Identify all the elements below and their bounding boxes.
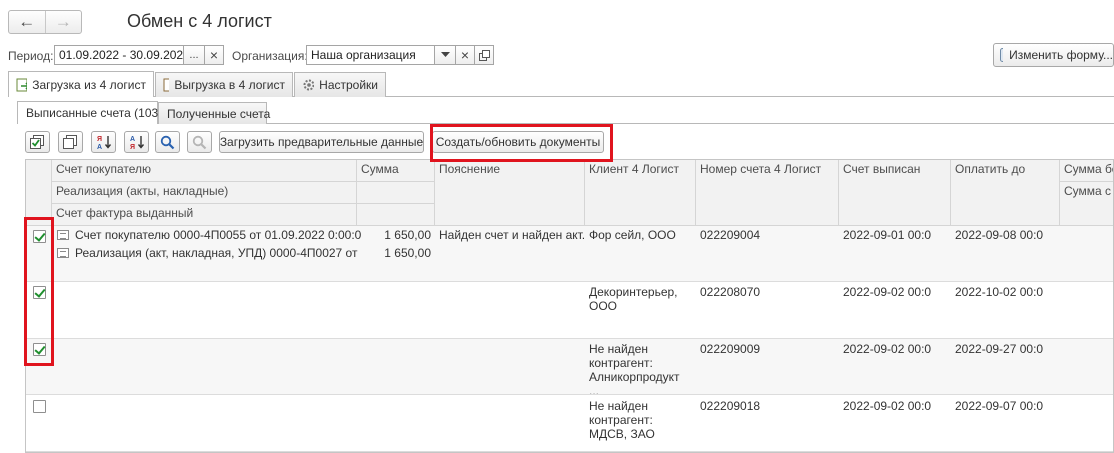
row-1-pay-until: 2022-09-08 00:0 (955, 228, 1044, 242)
row-2-issued: 2022-09-02 00:0 (843, 285, 932, 299)
row-3-issued: 2022-09-02 00:0 (843, 342, 932, 356)
header-sum-with[interactable]: Сумма с Н (1060, 182, 1113, 226)
org-field[interactable]: Наша организация (306, 45, 435, 65)
row-4-number: 022209018 (700, 399, 761, 413)
nav-buttons: ← → (8, 10, 82, 34)
period-field[interactable]: 01.09.2022 - 30.09.2022 (54, 45, 184, 65)
svg-text:А: А (130, 136, 135, 143)
row-1-account[interactable]: Счет покупателю 0000-4П0055 от 01.09.202… (71, 228, 361, 242)
row-4-pay-until: 2022-09-07 00:0 (955, 399, 1044, 413)
row-3-pay-until: 2022-09-27 00:0 (955, 342, 1044, 356)
import-icon (16, 78, 28, 91)
header-sum-2 (357, 182, 435, 204)
org-clear-button[interactable]: × (455, 45, 475, 65)
clear-search-icon (192, 135, 207, 149)
open-icon (478, 49, 490, 61)
chevron-down-icon (440, 52, 450, 57)
tab-export-label: Выгрузка в 4 логист (174, 78, 285, 92)
org-dropdown-button[interactable] (434, 45, 456, 65)
back-button[interactable]: ← (9, 11, 46, 33)
form-settings-icon (1000, 48, 1004, 62)
org-open-button[interactable] (474, 45, 494, 65)
row-separator (26, 281, 1113, 282)
accounts-table: Счет покупателю Реализация (акты, наклад… (25, 159, 1114, 453)
tab-export[interactable]: Выгрузка в 4 логист (155, 72, 293, 97)
period-label: Период: (8, 49, 54, 63)
change-form-label: Изменить форму... (1009, 48, 1113, 62)
period-select-button[interactable]: ... (183, 45, 205, 65)
row-1-number: 022209004 (700, 228, 761, 242)
change-form-button[interactable]: Изменить форму... (993, 43, 1114, 67)
tab-import[interactable]: Загрузка из 4 логист (8, 71, 154, 97)
row-3-client: Не найден контрагент: Алникорпродукт ... (589, 342, 680, 398)
period-clear-button[interactable]: × (204, 45, 224, 65)
row-4-issued: 2022-09-02 00:0 (843, 399, 932, 413)
header-client[interactable]: Клиент 4 Логист (585, 160, 696, 226)
header-realization[interactable]: Реализация (акты, накладные) (52, 182, 357, 204)
clear-search-button[interactable] (187, 131, 212, 153)
row-1-realization[interactable]: Реализация (акт, накладная, УПД) 0000-4П… (71, 246, 359, 260)
uncheck-all-icon (63, 134, 77, 149)
header-sum-without[interactable]: Сумма бе (1060, 160, 1113, 182)
check-all-button[interactable] (25, 131, 50, 153)
search-button[interactable] (155, 131, 180, 153)
header-note[interactable]: Пояснение (435, 160, 585, 226)
header-sum[interactable]: Сумма (357, 160, 435, 182)
header-issued[interactable]: Счет выписан (839, 160, 951, 226)
sort-desc-button[interactable]: АЯ (124, 131, 149, 153)
search-icon (160, 135, 175, 149)
header-sum-3 (357, 204, 435, 226)
highlight-create-button (430, 124, 613, 162)
uncheck-all-button[interactable] (58, 131, 83, 153)
tab-settings-label: Настройки (319, 78, 378, 92)
svg-text:Я: Я (130, 144, 135, 150)
load-prelim-button[interactable]: Загрузить предварительные данные (219, 131, 424, 153)
sort-asc-icon: ЯА (97, 136, 111, 150)
header-pay-until[interactable]: Оплатить до (951, 160, 1060, 226)
document-icon (57, 230, 69, 240)
page-title: Обмен с 4 логист (127, 11, 272, 31)
svg-text:А: А (97, 144, 102, 150)
check-all-icon (30, 134, 44, 149)
row-3-number: 022209009 (700, 342, 761, 356)
sort-asc-button[interactable]: ЯА (91, 131, 116, 153)
subtab-received[interactable]: Полученные счета (158, 102, 270, 124)
highlight-checkboxes (24, 217, 54, 366)
svg-text:Я: Я (97, 136, 102, 143)
row-2-number: 022208070 (700, 285, 761, 299)
row-1-client: Фор сейл, ООО (589, 228, 676, 242)
tab-import-label: Загрузка из 4 логист (32, 77, 146, 92)
row-separator (26, 394, 1113, 395)
forward-button[interactable]: → (46, 11, 82, 33)
tab-settings[interactable]: Настройки (294, 72, 386, 97)
row-1-note: Найден счет и найден акт. (439, 228, 585, 242)
row-separator (26, 451, 1113, 452)
row-4-checkbox[interactable] (33, 400, 46, 413)
header-account[interactable]: Счет покупателю (52, 160, 357, 182)
row-4-client: Не найден контрагент: МДСВ, ЗАО (589, 399, 655, 441)
settings-icon (303, 79, 315, 91)
row-1-sum-2: 1 650,00 (384, 246, 431, 260)
row-2-client: Декоринтерьер, ООО (589, 285, 678, 313)
header-number[interactable]: Номер счета 4 Логист (696, 160, 839, 226)
row-1-issued: 2022-09-01 00:0 (843, 228, 932, 242)
subtab-issued[interactable]: Выписанные счета (103) (17, 101, 162, 124)
row-1-sum: 1 650,00 (384, 228, 431, 242)
header-invoice[interactable]: Счет фактура выданный (52, 204, 357, 226)
export-icon (163, 78, 170, 92)
document-icon (57, 248, 69, 258)
sort-desc-icon: АЯ (130, 136, 144, 150)
row-2-pay-until: 2022-10-02 00:0 (955, 285, 1044, 299)
org-label: Организация: (232, 49, 308, 63)
